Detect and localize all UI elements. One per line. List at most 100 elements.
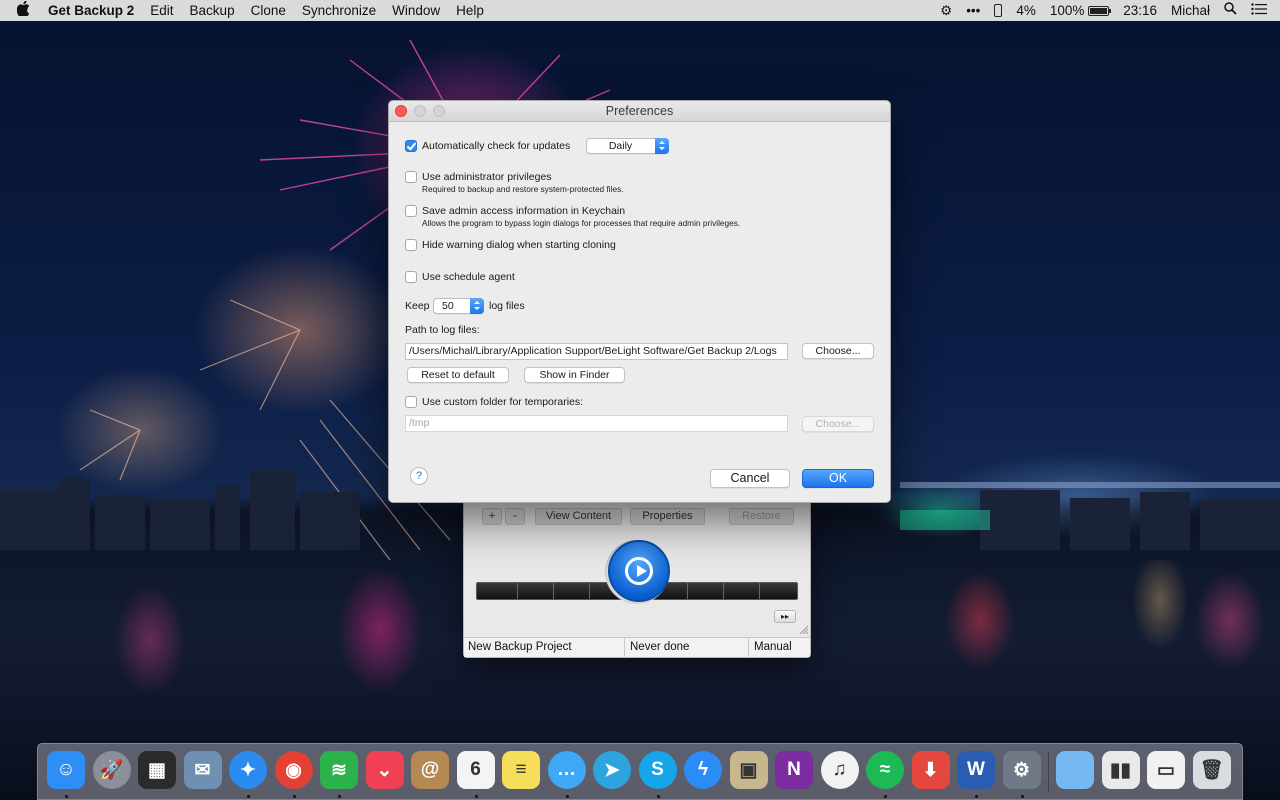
launchpad-icon[interactable]: 🚀: [92, 751, 131, 789]
log-count-stepper[interactable]: 50: [433, 298, 484, 314]
project-name: New Backup Project: [468, 641, 572, 653]
battery-percent: 100%: [1049, 3, 1085, 18]
user-menu[interactable]: Michał: [1164, 0, 1217, 21]
clock[interactable]: 23:16: [1116, 0, 1164, 21]
backup-progress-area: [476, 538, 798, 606]
choose-temp-folder-button[interactable]: Choose...: [802, 416, 874, 432]
project-mode: Manual: [754, 641, 792, 653]
chrome-icon[interactable]: ◉: [274, 751, 313, 789]
word-icon[interactable]: W: [957, 751, 995, 789]
chevron-updown-icon: [470, 298, 484, 314]
start-backup-play-button[interactable]: [608, 540, 670, 602]
choose-log-path-button[interactable]: Choose...: [802, 343, 874, 359]
cpu-percent-status[interactable]: 4%: [1009, 0, 1043, 21]
auto-update-label: Automatically check for updates: [422, 140, 571, 152]
menu-app-name[interactable]: Get Backup 2: [46, 0, 142, 21]
running-indicator: [338, 795, 341, 798]
resize-grip-icon[interactable]: [798, 624, 808, 634]
menu-backup[interactable]: Backup: [182, 0, 243, 21]
cancel-button[interactable]: Cancel: [710, 469, 790, 488]
schedule-agent-label: Use schedule agent: [422, 271, 515, 283]
menu-bar: Get Backup 2 Edit Backup Clone Synchroni…: [0, 0, 1280, 21]
running-indicator: [247, 795, 250, 798]
hide-warning-row: Hide warning dialog when starting clonin…: [405, 238, 616, 252]
window-title: Preferences: [605, 104, 674, 118]
spotify-icon[interactable]: ≈: [866, 751, 904, 789]
keychain-description: Allows the program to bypass login dialo…: [422, 218, 741, 228]
keychain-row: Save admin access information in Keychai…: [405, 204, 740, 228]
menu-help[interactable]: Help: [448, 0, 492, 21]
gear-status-icon[interactable]: ⚙: [933, 0, 959, 21]
restore-button[interactable]: Restore: [729, 508, 794, 525]
backup-project-row[interactable]: New Backup Project Never done Manual: [464, 637, 810, 658]
get-backup-icon[interactable]: ⚙: [1002, 751, 1041, 789]
messenger-icon[interactable]: ϟ: [684, 751, 722, 789]
contacts-icon[interactable]: @: [411, 751, 449, 789]
running-indicator: [474, 795, 478, 798]
hide-warning-label: Hide warning dialog when starting clonin…: [422, 239, 616, 251]
auto-update-row: Automatically check for updates: [405, 139, 570, 153]
feedly-icon[interactable]: ≋: [320, 751, 358, 789]
auto-update-checkbox[interactable]: [405, 140, 417, 152]
fast-forward-button[interactable]: ▸▸: [774, 610, 796, 623]
view-content-button[interactable]: View Content: [535, 508, 622, 525]
properties-button[interactable]: Properties: [630, 508, 705, 525]
more-status-icon[interactable]: •••: [959, 0, 987, 21]
schedule-agent-checkbox[interactable]: [405, 271, 417, 283]
finder-icon[interactable]: ☺: [47, 751, 85, 789]
calendar-icon[interactable]: 6: [456, 751, 495, 789]
help-button[interactable]: ?: [410, 467, 428, 485]
apple-menu-icon[interactable]: [0, 0, 46, 20]
preferences-titlebar[interactable]: Preferences: [389, 101, 890, 122]
trash-icon[interactable]: 🗑: [1192, 751, 1231, 789]
skype-icon[interactable]: S: [638, 751, 677, 789]
remove-project-button[interactable]: -: [505, 508, 525, 525]
add-project-button[interactable]: +: [482, 508, 502, 525]
onenote-icon[interactable]: N: [775, 751, 813, 789]
update-frequency-value: Daily: [608, 140, 633, 152]
log-path-field[interactable]: /Users/Michal/Library/Application Suppor…: [405, 343, 788, 360]
notification-center-icon[interactable]: [1244, 0, 1274, 21]
notes-icon[interactable]: ≡: [502, 751, 540, 789]
running-indicator: [1020, 795, 1024, 798]
show-in-finder-button[interactable]: Show in Finder: [524, 367, 625, 383]
menu-edit[interactable]: Edit: [142, 0, 181, 21]
slideshow-icon[interactable]: ▦: [138, 751, 176, 789]
temp-folder-field[interactable]: /tmp: [405, 415, 788, 432]
download-icon[interactable]: ⬇: [911, 751, 950, 789]
custom-temp-checkbox[interactable]: [405, 396, 417, 408]
document-icon[interactable]: ▭: [1147, 751, 1185, 789]
reset-to-default-button[interactable]: Reset to default: [407, 367, 509, 383]
running-indicator: [656, 795, 660, 798]
folder-icon[interactable]: [1056, 751, 1094, 789]
phone-status-icon[interactable]: [987, 0, 1009, 21]
admin-privileges-row: Use administrator privileges Required to…: [405, 170, 624, 194]
running-indicator: [565, 795, 569, 798]
update-frequency-select[interactable]: Daily: [586, 138, 669, 154]
admin-privileges-checkbox[interactable]: [405, 171, 417, 183]
menu-synchronize[interactable]: Synchronize: [294, 0, 384, 21]
project-last-run: Never done: [630, 641, 690, 653]
messages-icon[interactable]: …: [547, 751, 586, 789]
log-files-label: log files: [489, 300, 525, 312]
preview-icon[interactable]: ▣: [729, 751, 768, 789]
bird-icon[interactable]: ✉: [183, 751, 222, 789]
admin-privileges-description: Required to backup and restore system-pr…: [422, 184, 624, 194]
itunes-icon[interactable]: ♫: [820, 751, 859, 789]
running-indicator: [292, 795, 296, 798]
main-window-toolbar: + - View Content Properties Restore: [464, 508, 810, 526]
menu-window[interactable]: Window: [384, 0, 448, 21]
search-icon[interactable]: [1217, 0, 1244, 21]
custom-temp-row: Use custom folder for temporaries:: [405, 395, 583, 409]
schedule-agent-row: Use schedule agent: [405, 270, 515, 284]
pocket-icon[interactable]: ⌄: [365, 751, 404, 789]
battery-status[interactable]: 100%: [1043, 0, 1116, 21]
hide-warning-checkbox[interactable]: [405, 239, 417, 251]
menu-clone[interactable]: Clone: [243, 0, 294, 21]
ok-button[interactable]: OK: [802, 469, 874, 488]
battery-icon: [1088, 6, 1112, 16]
stack-icon[interactable]: ▮▮: [1101, 751, 1140, 789]
telegram-icon[interactable]: ➤: [593, 751, 631, 789]
safari-icon[interactable]: ✦: [229, 751, 267, 789]
keychain-checkbox[interactable]: [405, 205, 417, 217]
